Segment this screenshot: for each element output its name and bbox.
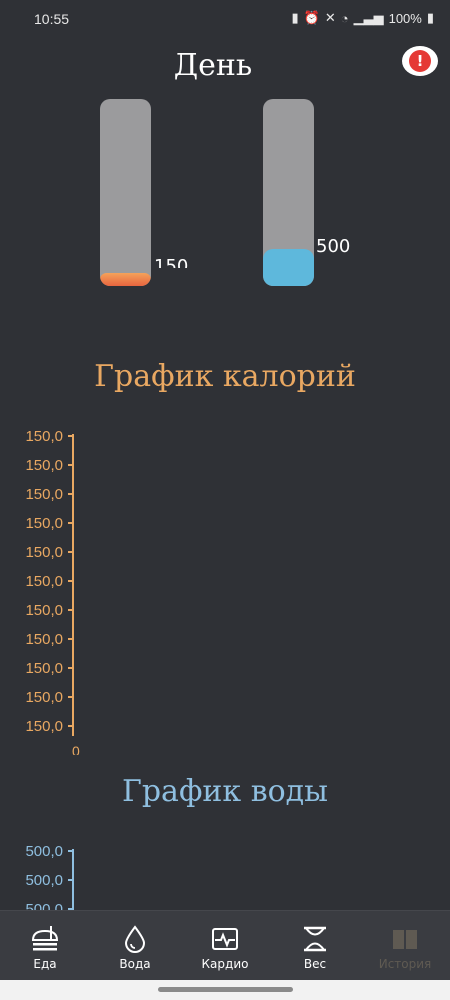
nav-item-weight[interactable]: Вес (270, 911, 360, 981)
calorie-tube[interactable] (100, 99, 151, 286)
axis-tick-label: 150,0 (25, 689, 63, 706)
burger-icon (31, 926, 59, 951)
scale-icon (304, 926, 326, 952)
cardio-icon (212, 928, 238, 950)
nav-item-cardio[interactable]: Кардио (180, 911, 270, 981)
nav-label-weight: Вес (303, 957, 327, 971)
gesture-handle[interactable] (158, 987, 293, 992)
mute-icon: ✕ (324, 10, 336, 25)
axis-tick-label: 500,0 (25, 843, 63, 860)
axis-tick-label: 150,0 (25, 544, 63, 561)
water-tube[interactable] (263, 99, 314, 286)
water-chart: 500,0 500,0 500,0 (25, 843, 74, 910)
battery-saver-icon: ▮ (291, 10, 299, 25)
axis-tick-label: 150,0 (25, 486, 63, 503)
calorie-tube-label: 150 (154, 256, 189, 268)
signal-icon: ▁▃▅ (353, 10, 384, 25)
battery-level: 100% (388, 10, 422, 26)
calorie-tube-fill (100, 273, 151, 286)
water-tube-label: 500 (316, 236, 351, 257)
axis-tick-label: 150,0 (25, 631, 63, 648)
axis-clipped-label: 0 (72, 743, 80, 755)
book-icon (393, 930, 417, 949)
axis-tick-label: 150,0 (25, 457, 63, 474)
nav-item-water[interactable]: Вода (90, 911, 180, 981)
nav-label-water: Вода (119, 957, 151, 971)
axis-tick-label: 150,0 (25, 428, 63, 445)
status-bar: 10:55 ▮ ⏰ ✕ ◔ ▁▃▅ 100% ▮ (0, 0, 450, 40)
nav-label-history: История (378, 957, 432, 971)
nav-label-cardio: Кардио (201, 957, 249, 971)
nav-item-food[interactable]: Еда (0, 911, 90, 981)
axis-tick-label: 500,0 (25, 901, 63, 910)
alert-icon: ! (409, 50, 431, 72)
water-drop-icon (124, 925, 146, 953)
water-chart-title: График воды (121, 774, 328, 809)
alert-button[interactable]: ! (402, 46, 438, 76)
axis-tick-label: 150,0 (25, 573, 63, 590)
water-tube-fill (263, 249, 314, 286)
axis-tick-label: 150,0 (25, 718, 63, 735)
nav-label-food: Еда (33, 957, 57, 971)
alarm-icon: ⏰ (303, 10, 320, 25)
calorie-chart-title: График калорий (94, 359, 356, 394)
battery-icon: ▮ (426, 10, 434, 25)
nav-item-history[interactable]: История (360, 911, 450, 981)
status-time: 10:55 (34, 11, 70, 27)
bottom-navigation: Еда Вода Кардио Вес История (0, 910, 450, 980)
page-title: День (173, 48, 253, 83)
axis-tick-label: 150,0 (25, 660, 63, 677)
wifi-icon: ◔ (340, 10, 349, 26)
axis-tick-label: 500,0 (25, 872, 63, 889)
status-icons: ▮ ⏰ ✕ ◔ ▁▃▅ 100% ▮ (291, 10, 434, 26)
axis-tick-label: 150,0 (25, 602, 63, 619)
calorie-chart: 150,0 150,0 150,0 150,0 150,0 150,0 150,0 150,0… (25, 428, 80, 755)
axis-tick-label: 150,0 (25, 515, 63, 532)
